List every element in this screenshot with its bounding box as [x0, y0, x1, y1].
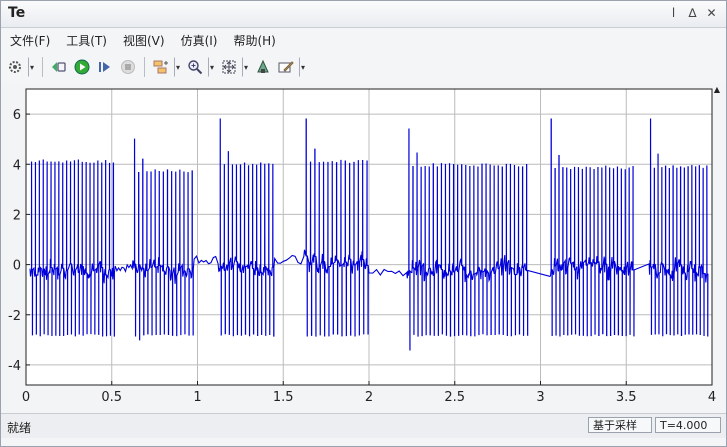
chart[interactable]: 0 0.5 1 1.5 2 2.5 3 3.5 4 -4 -2 0 2 4 6	[1, 83, 726, 413]
y-tick-label: 6	[13, 108, 21, 123]
dropdown-icon[interactable]: ▾	[28, 57, 36, 77]
stop-icon[interactable]	[118, 57, 138, 77]
dropdown-icon[interactable]: ▾	[174, 57, 182, 77]
menu-view[interactable]: 视图(V)	[120, 31, 168, 50]
fit-to-view-icon[interactable]	[219, 57, 239, 77]
dropdown-icon[interactable]: ▾	[208, 57, 216, 77]
restore-icon[interactable]: ∆	[686, 6, 699, 20]
plot-area: 0 0.5 1 1.5 2 2.5 3 3.5 4 -4 -2 0 2 4 6	[1, 83, 726, 413]
title-bar: Te ⅼ ∆ ✕	[1, 1, 726, 28]
window-title: Te	[8, 5, 26, 21]
dropdown-icon[interactable]: ▾	[299, 57, 307, 77]
x-tick-label: 3.5	[616, 390, 637, 405]
style-icon[interactable]	[276, 57, 296, 77]
x-tick-label: 0.5	[101, 390, 122, 405]
sample-mode-label: 基于采样	[588, 417, 652, 433]
window-controls: ⅼ ∆ ✕	[667, 6, 718, 20]
highlight-icon[interactable]	[253, 57, 273, 77]
gear-icon[interactable]	[5, 57, 25, 77]
y-tick-label: 0	[13, 259, 21, 274]
go-back-icon[interactable]	[49, 57, 69, 77]
close-icon[interactable]: ✕	[705, 6, 718, 20]
toolbar: ▾ ▾ ▾ ▾ ▾	[5, 54, 307, 80]
signal-selector-icon[interactable]	[151, 57, 171, 77]
y-tick-label: -4	[8, 359, 21, 374]
menu-tools[interactable]: 工具(T)	[63, 31, 110, 50]
scope-window: Te ⅼ ∆ ✕ 文件(F) 工具(T) 视图(V) 仿真(I) 帮助(H) ▾	[0, 0, 727, 447]
status-text: 就绪	[7, 421, 32, 435]
y-tick-label: 2	[13, 208, 21, 223]
time-readout: T=4.000	[655, 417, 721, 433]
x-tick-label: 1.5	[273, 390, 294, 405]
zoom-icon[interactable]	[185, 57, 205, 77]
step-forward-icon[interactable]	[95, 57, 115, 77]
x-tick-label: 2.5	[444, 390, 465, 405]
toolbar-separator	[144, 57, 145, 77]
x-tick-label: 4	[708, 390, 716, 405]
status-bar: 就绪 基于采样 T=4.000	[1, 413, 726, 438]
x-tick-label: 3	[536, 390, 544, 405]
menu-file[interactable]: 文件(F)	[7, 31, 53, 50]
run-icon[interactable]	[72, 57, 92, 77]
dropdown-icon[interactable]: ▾	[242, 57, 250, 77]
pin-icon[interactable]: ⅼ	[667, 6, 680, 20]
y-tick-label: -2	[8, 309, 21, 324]
menu-help[interactable]: 帮助(H)	[230, 31, 278, 50]
y-tick-label: 4	[13, 158, 21, 173]
toolbar-separator	[42, 57, 43, 77]
x-tick-label: 2	[365, 390, 373, 405]
axes-marker-icon: ▲	[713, 85, 720, 94]
menu-simulation[interactable]: 仿真(I)	[178, 31, 221, 50]
x-tick-label: 0	[22, 390, 30, 405]
x-tick-label: 1	[193, 390, 201, 405]
menu-bar: 文件(F) 工具(T) 视图(V) 仿真(I) 帮助(H)	[1, 29, 727, 51]
